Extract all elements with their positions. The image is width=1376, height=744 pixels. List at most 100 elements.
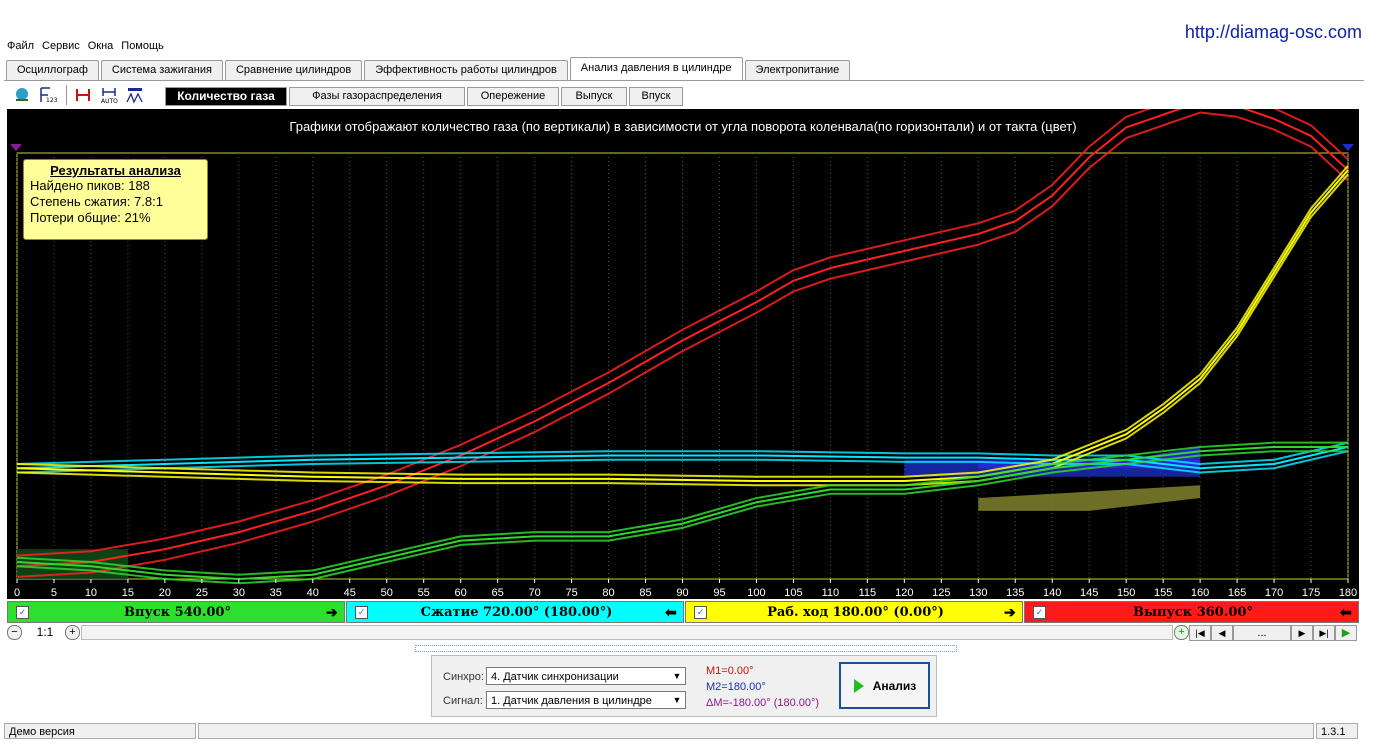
arrow-right-icon[interactable]: ➔ bbox=[326, 604, 344, 621]
status-bar: Демо версия 1.3.1 bbox=[0, 722, 1376, 742]
x-tick-label: 80 bbox=[602, 587, 614, 599]
svg-text:1234: 1234 bbox=[46, 97, 58, 104]
stroke-compression-label: Сжатие 720.00° (180.00°) bbox=[420, 604, 613, 620]
stroke-intake-bar[interactable]: ✓ Впуск 540.00° ➔ bbox=[7, 601, 345, 623]
zoom-scroll-bar: − 1:1 + + |◀ ◀ ... ▶ ▶| ▶ bbox=[7, 625, 1359, 641]
x-tick-label: 65 bbox=[492, 587, 504, 599]
chevron-down-icon[interactable]: ▼ bbox=[669, 668, 685, 684]
peaks-icon[interactable] bbox=[123, 85, 147, 105]
x-tick-label: 45 bbox=[344, 587, 356, 599]
x-tick-label: 85 bbox=[639, 587, 651, 599]
x-tick-label: 0 bbox=[14, 587, 20, 599]
go-next-icon[interactable]: ▶ bbox=[1291, 625, 1313, 641]
tab-cylinder-efficiency[interactable]: Эффективность работы цилиндров bbox=[364, 60, 568, 80]
x-tick-label: 10 bbox=[85, 587, 97, 599]
nav-position[interactable]: ... bbox=[1233, 625, 1291, 641]
arrow-left-icon[interactable]: ⬅ bbox=[665, 604, 683, 621]
marker-m1-readout: M1=0.00° bbox=[706, 665, 754, 677]
stroke-intake-checkbox[interactable]: ✓ bbox=[16, 605, 29, 619]
signal-value: 1. Датчик давления в цилиндре bbox=[491, 695, 652, 707]
x-tick-label: 40 bbox=[307, 587, 319, 599]
signal-select[interactable]: 1. Датчик давления в цилиндре ▼ bbox=[486, 691, 686, 709]
sync-value: 4. Датчик синхронизации bbox=[491, 671, 619, 683]
tab-ignition[interactable]: Система зажигания bbox=[100, 60, 223, 80]
play-icon[interactable]: ▶ bbox=[1335, 625, 1357, 641]
x-tick-label: 115 bbox=[859, 587, 877, 599]
x-tick-label: 160 bbox=[1191, 587, 1209, 599]
sync-select[interactable]: 4. Датчик синхронизации ▼ bbox=[486, 667, 686, 685]
x-tick-label: 140 bbox=[1043, 587, 1061, 599]
marker-m2-icon[interactable] bbox=[1342, 144, 1354, 151]
menu-file[interactable]: Файл bbox=[6, 38, 35, 56]
tab-pressure-analysis[interactable]: Анализ давления в цилиндре bbox=[569, 57, 743, 81]
x-tick-label: 20 bbox=[159, 587, 171, 599]
subtab-exhaust[interactable]: Выпуск bbox=[561, 87, 627, 106]
gas-quantity-chart[interactable]: Графики отображают количество газа (по в… bbox=[7, 90, 1359, 599]
x-tick-label: 95 bbox=[713, 587, 725, 599]
x-tick-label: 75 bbox=[565, 587, 577, 599]
analysis-results-box: Результаты анализа Найдено пиков: 188 Ст… bbox=[23, 159, 208, 240]
menu-bar: Файл Сервис Окна Помощь bbox=[6, 38, 165, 56]
tab-cylinder-compare[interactable]: Сравнение цилиндров bbox=[224, 60, 363, 80]
auto-markers-icon[interactable]: AUTO bbox=[97, 85, 121, 105]
menu-service[interactable]: Сервис bbox=[41, 38, 81, 56]
add-icon[interactable]: + bbox=[1174, 625, 1189, 640]
stroke-compression-checkbox[interactable]: ✓ bbox=[355, 605, 368, 619]
subtab-gas-quantity[interactable]: Количество газа bbox=[165, 87, 287, 106]
play-icon bbox=[853, 678, 864, 693]
status-middle bbox=[198, 723, 1314, 739]
panel-splitter[interactable] bbox=[415, 645, 957, 652]
stroke-power-checkbox[interactable]: ✓ bbox=[694, 605, 707, 619]
main-tabs: Осциллограф Система зажигания Сравнение … bbox=[6, 57, 852, 81]
x-tick-label: 120 bbox=[895, 587, 913, 599]
analyze-button[interactable]: Анализ bbox=[839, 662, 930, 709]
x-tick-label: 130 bbox=[969, 587, 987, 599]
signal-settings-icon[interactable] bbox=[10, 85, 34, 105]
tab-oscilloscope[interactable]: Осциллограф bbox=[6, 60, 99, 80]
menu-help[interactable]: Помощь bbox=[120, 38, 165, 56]
x-tick-label: 25 bbox=[196, 587, 208, 599]
x-tick-label: 60 bbox=[455, 587, 467, 599]
horizontal-scrollbar[interactable] bbox=[81, 625, 1173, 640]
arrow-left-icon[interactable]: ⬅ bbox=[1340, 604, 1358, 621]
stroke-power-bar[interactable]: ✓ Раб. ход 180.00° (0.00°) ➔ bbox=[685, 601, 1023, 623]
x-tick-label: 110 bbox=[822, 587, 840, 599]
subtab-advance[interactable]: Опережение bbox=[467, 87, 559, 106]
stroke-exhaust-bar[interactable]: ✓ Выпуск 360.00° ⬅ bbox=[1024, 601, 1359, 623]
tab-power-supply[interactable]: Электропитание bbox=[744, 60, 851, 80]
go-first-icon[interactable]: |◀ bbox=[1189, 625, 1211, 641]
x-tick-label: 155 bbox=[1154, 587, 1172, 599]
stroke-compression-bar[interactable]: ✓ Сжатие 720.00° (180.00°) ⬅ bbox=[346, 601, 684, 623]
x-tick-label: 15 bbox=[122, 587, 134, 599]
x-tick-label: 175 bbox=[1302, 587, 1320, 599]
chart-svg: Графики отображают количество газа (по в… bbox=[10, 90, 1357, 599]
svg-text:AUTO: AUTO bbox=[101, 98, 118, 104]
zoom-out-icon[interactable]: − bbox=[7, 625, 22, 640]
go-prev-icon[interactable]: ◀ bbox=[1211, 625, 1233, 641]
arrow-right-icon[interactable]: ➔ bbox=[1004, 604, 1022, 621]
subtab-valve-timing[interactable]: Фазы газораспределения bbox=[289, 87, 465, 106]
x-tick-label: 55 bbox=[418, 587, 430, 599]
x-tick-label: 150 bbox=[1117, 587, 1135, 599]
x-tick-label: 125 bbox=[932, 587, 950, 599]
chart-series bbox=[16, 90, 1349, 585]
x-tick-label: 100 bbox=[747, 587, 765, 599]
analyze-label: Анализ bbox=[872, 678, 917, 693]
series-line bbox=[16, 111, 1349, 578]
x-tick-label: 180 bbox=[1339, 587, 1357, 599]
chevron-down-icon[interactable]: ▼ bbox=[669, 692, 685, 708]
stroke-exhaust-label: Выпуск 360.00° bbox=[1133, 604, 1253, 620]
markers-icon[interactable] bbox=[71, 85, 95, 105]
go-last-icon[interactable]: ▶| bbox=[1313, 625, 1335, 641]
stroke-exhaust-checkbox[interactable]: ✓ bbox=[1033, 605, 1046, 619]
subtab-intake[interactable]: Впуск bbox=[629, 87, 683, 106]
zoom-in-icon[interactable]: + bbox=[65, 625, 80, 640]
results-peaks: Найдено пиков: 188 bbox=[30, 178, 150, 193]
x-tick-label: 105 bbox=[784, 587, 802, 599]
site-url[interactable]: http://diamag-osc.com bbox=[1185, 22, 1362, 43]
marker-m1-icon[interactable] bbox=[10, 144, 22, 151]
menu-windows[interactable]: Окна bbox=[87, 38, 115, 56]
chart-title: Графики отображают количество газа (по в… bbox=[289, 119, 1076, 134]
scale-numbers-icon[interactable]: 1234 bbox=[36, 85, 60, 105]
results-losses: Потери общие: 21% bbox=[30, 210, 151, 225]
